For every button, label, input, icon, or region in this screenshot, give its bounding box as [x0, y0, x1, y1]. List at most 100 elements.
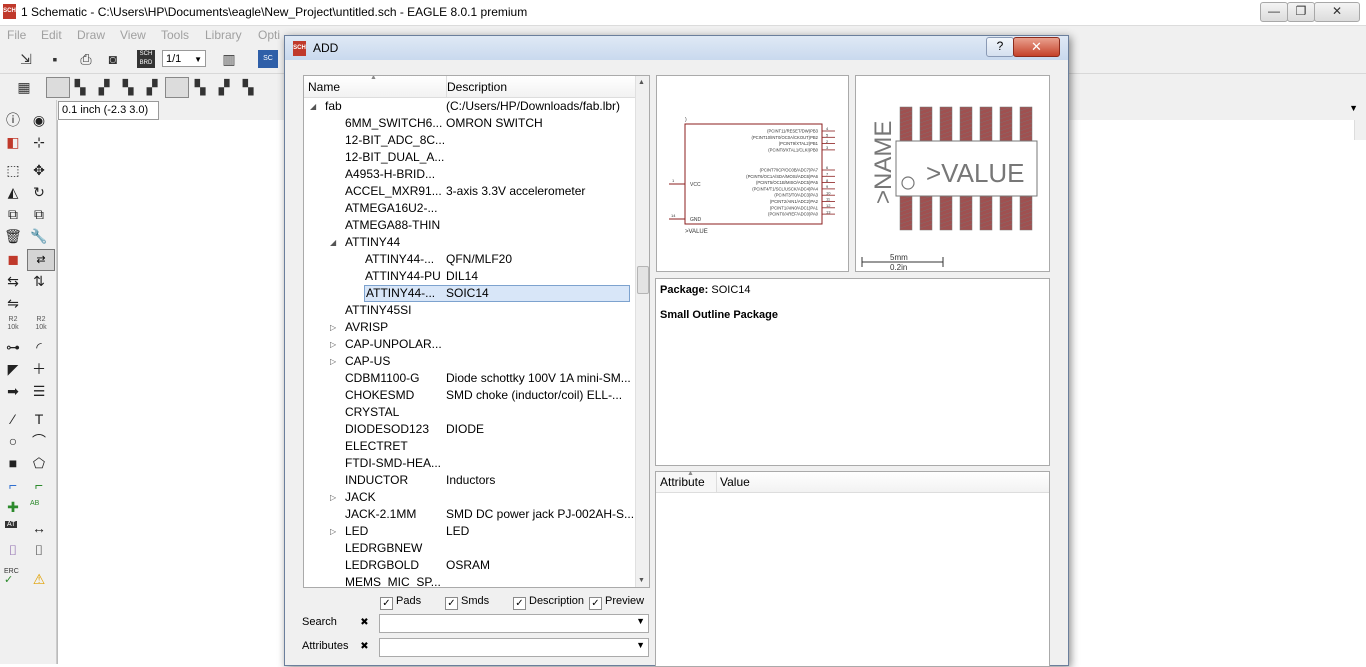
- lines-icon[interactable]: ☰: [29, 381, 49, 401]
- layout-view-3-icon[interactable]: ▞: [94, 77, 114, 97]
- rotate-icon[interactable]: ↻: [29, 182, 49, 202]
- circle-icon[interactable]: ○: [3, 431, 23, 451]
- chevron-down-icon[interactable]: ▼: [636, 616, 645, 626]
- column-header-description[interactable]: Description: [447, 76, 507, 97]
- erc-button[interactable]: ERC ✓: [4, 568, 19, 586]
- delete-icon[interactable]: 🗑: [3, 226, 23, 246]
- scroll-up-icon[interactable]: ▲: [638, 79, 645, 86]
- help-button[interactable]: ?: [986, 37, 1014, 57]
- tree-row[interactable]: ▷ JACK: [304, 489, 635, 506]
- tree-row[interactable]: FTDI-SMD-HEA...: [304, 455, 635, 472]
- sheet-select[interactable]: 1/1 ▼: [162, 50, 206, 67]
- tree-row[interactable]: ATMEGA16U2-...: [304, 200, 635, 217]
- open-icon[interactable]: ⇲: [16, 49, 36, 69]
- sch-brd-switch-button[interactable]: SCH BRD: [137, 50, 155, 68]
- tree-scrollbar[interactable]: ▲ ▼: [635, 76, 649, 587]
- add-part-icon[interactable]: ◼: [3, 249, 23, 269]
- info-icon[interactable]: ⓘ: [3, 110, 23, 130]
- tree-row[interactable]: LEDRGBOLD OSRAM: [304, 557, 635, 574]
- tree-row[interactable]: MEMS_MIC_SP...: [304, 574, 635, 587]
- pads-checkbox[interactable]: ✓ Pads: [380, 595, 421, 610]
- mirror-icon[interactable]: ◭: [3, 182, 23, 202]
- display-layers-icon[interactable]: ◧: [3, 132, 23, 152]
- grid-icon[interactable]: ▦: [14, 77, 34, 97]
- layout-view-8-icon[interactable]: ▞: [214, 77, 234, 97]
- tree-row[interactable]: JACK-2.1MM SMD DC power jack PJ-002AH-S..…: [304, 506, 635, 523]
- tree-row[interactable]: ATMEGA88-THIN: [304, 217, 635, 234]
- clear-search-icon[interactable]: ✖: [358, 616, 371, 629]
- menu-draw[interactable]: Draw: [77, 28, 105, 42]
- gateswap-icon[interactable]: ⇅: [29, 271, 49, 291]
- polygon-icon[interactable]: ⬠: [29, 453, 49, 473]
- dimension-icon[interactable]: ↔: [29, 518, 49, 538]
- tree-expander-icon[interactable]: ◢: [310, 98, 316, 115]
- tree-row[interactable]: LEDRGBNEW: [304, 540, 635, 557]
- optimize-icon[interactable]: ＋: [29, 359, 49, 379]
- sc-button[interactable]: SC: [258, 50, 278, 68]
- library-tree[interactable]: Name ▲ Description ◢ fab (C:/Users/HP/Down…: [303, 75, 650, 588]
- tree-expander-icon[interactable]: ▷: [330, 523, 336, 540]
- cam-icon[interactable]: ◙: [103, 49, 123, 69]
- layout-view-4-icon[interactable]: ▚: [118, 77, 138, 97]
- tree-row[interactable]: ATTINY44-PU DIL14: [304, 268, 635, 285]
- search-input[interactable]: ▼: [379, 614, 649, 633]
- description-checkbox[interactable]: ✓ Description: [513, 595, 584, 610]
- menu-edit[interactable]: Edit: [41, 28, 62, 42]
- tree-row[interactable]: ATTINY45SI: [304, 302, 635, 319]
- menu-file[interactable]: File: [7, 28, 26, 42]
- pinswap-icon[interactable]: ⇆: [3, 271, 23, 291]
- tree-row[interactable]: CDBM1100-G Diode schottky 100V 1A mini-SM…: [304, 370, 635, 387]
- frame-icon[interactable]: ⌷: [3, 540, 23, 560]
- preview-checkbox[interactable]: ✓ Preview: [589, 595, 644, 610]
- minimize-button[interactable]: —: [1260, 2, 1288, 22]
- net-icon[interactable]: ⌐: [29, 475, 49, 495]
- paste-icon[interactable]: ⧉: [29, 204, 49, 224]
- tree-row[interactable]: ◢ fab (C:/Users/HP/Downloads/fab.lbr): [304, 98, 635, 115]
- layout-view-1-button[interactable]: [46, 77, 70, 98]
- tree-row[interactable]: DIODESOD123 DIODE: [304, 421, 635, 438]
- menu-view[interactable]: View: [120, 28, 146, 42]
- copy-icon[interactable]: ⧉: [3, 204, 23, 224]
- tree-row[interactable]: CRYSTAL: [304, 404, 635, 421]
- restore-button[interactable]: ❐: [1287, 2, 1315, 22]
- tree-row[interactable]: A4953-H-BRID...: [304, 166, 635, 183]
- save-icon[interactable]: ▪: [45, 49, 65, 69]
- column-header-value[interactable]: Value: [720, 472, 750, 492]
- smds-checkbox[interactable]: ✓ Smds: [445, 595, 489, 610]
- tree-row[interactable]: ACCEL_MXR91... 3-axis 3.3V accelerometer: [304, 183, 635, 200]
- replace-icon[interactable]: ⇄: [27, 249, 55, 271]
- warning-icon[interactable]: ⚠: [29, 569, 49, 589]
- menu-options[interactable]: Opti: [258, 28, 280, 42]
- tree-expander-icon[interactable]: ▷: [330, 353, 336, 370]
- layout-view-5-icon[interactable]: ▞: [142, 77, 162, 97]
- close-dialog-button[interactable]: ✕: [1013, 37, 1060, 57]
- layout-view-6-button[interactable]: [165, 77, 189, 98]
- bus-icon[interactable]: ⌐: [3, 475, 23, 495]
- sheets-icon[interactable]: ▥: [219, 49, 239, 69]
- attributes-input[interactable]: ▼: [379, 638, 649, 657]
- tree-row[interactable]: ▷ CAP-US: [304, 353, 635, 370]
- tree-row[interactable]: ATTINY44-... SOIC14: [304, 285, 635, 302]
- text-icon[interactable]: T: [29, 409, 49, 429]
- mark-icon[interactable]: ⊹: [29, 132, 49, 152]
- junction-icon[interactable]: ✚: [3, 497, 23, 517]
- layout-view-7-icon[interactable]: ▚: [190, 77, 210, 97]
- menu-tools[interactable]: Tools: [161, 28, 189, 42]
- arc-icon[interactable]: ⌒: [29, 431, 49, 451]
- split-icon[interactable]: ⇋: [3, 293, 23, 313]
- menu-library[interactable]: Library: [205, 28, 242, 42]
- tree-row[interactable]: CHOKESMD SMD choke (inductor/coil) ELL-..…: [304, 387, 635, 404]
- tree-expander-icon[interactable]: ▷: [330, 319, 336, 336]
- layout-view-2-icon[interactable]: ▚: [70, 77, 90, 97]
- canvas-scroll-up[interactable]: [1354, 120, 1366, 140]
- layout-view-9-icon[interactable]: ▚: [238, 77, 258, 97]
- tree-expander-icon[interactable]: ▷: [330, 336, 336, 353]
- tree-row[interactable]: ▷ AVRISP: [304, 319, 635, 336]
- wire-icon[interactable]: ⁄: [3, 409, 23, 429]
- tree-row[interactable]: ◢ ATTINY44: [304, 234, 635, 251]
- label-tool-button[interactable]: AB: [30, 500, 39, 507]
- wrench-icon[interactable]: 🔧: [29, 226, 49, 246]
- tree-row[interactable]: ATTINY44-... QFN/MLF20: [304, 251, 635, 268]
- scrollbar-thumb[interactable]: [637, 266, 649, 294]
- tree-row[interactable]: 6MM_SWITCH6... OMRON SWITCH: [304, 115, 635, 132]
